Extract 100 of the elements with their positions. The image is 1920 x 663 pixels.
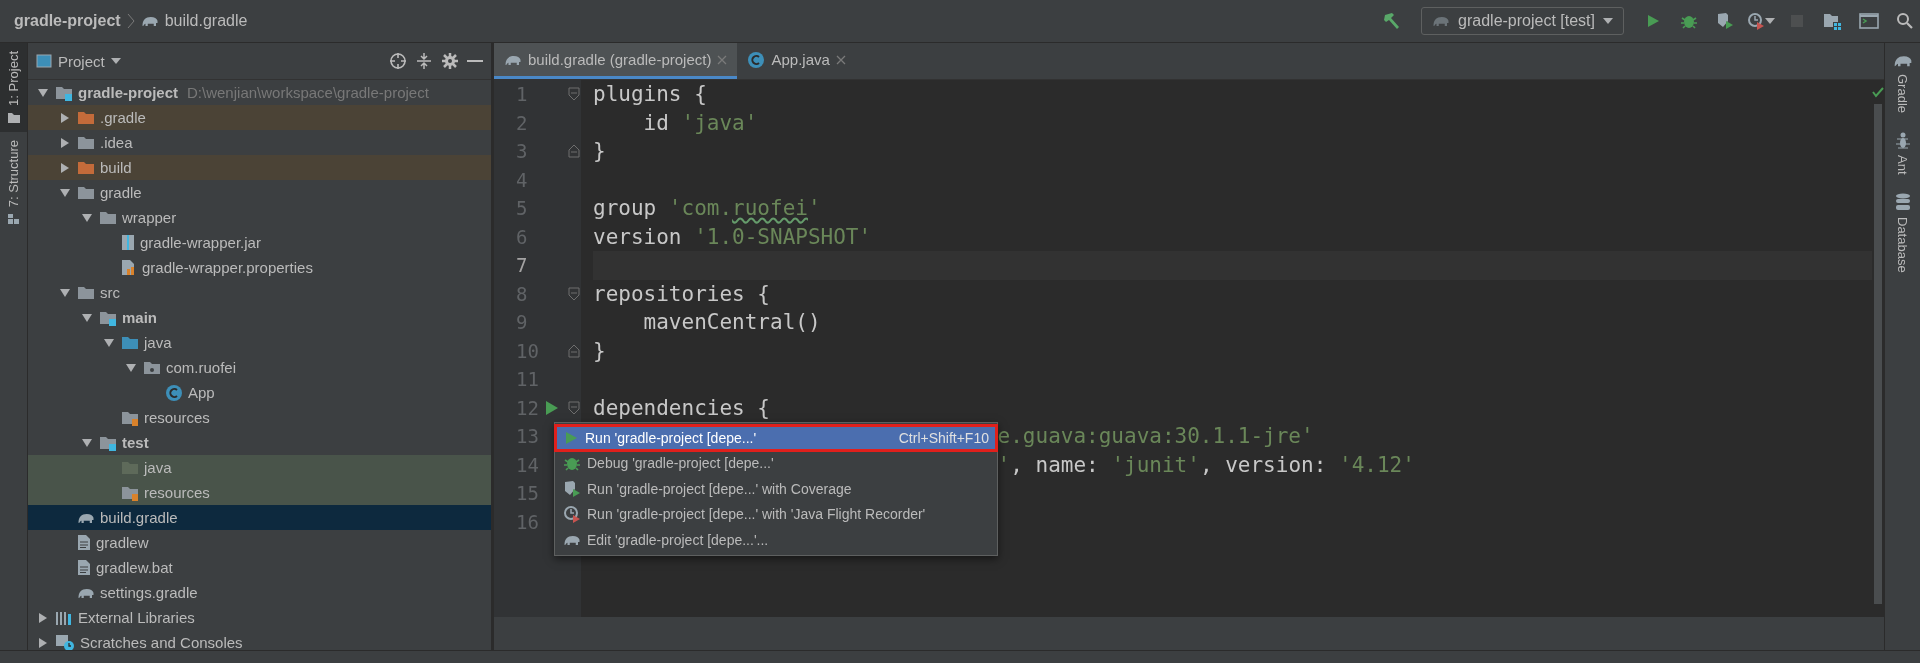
class-icon [165, 383, 183, 402]
tree-item[interactable]: main [28, 305, 491, 330]
code-line: dependencies { [593, 395, 770, 420]
editor-tab[interactable]: App.java [737, 43, 856, 79]
popup-menu-item[interactable]: Run 'gradle-project [depe...' with 'Java Flight Recorder' [555, 501, 997, 527]
fold-icon[interactable] [568, 400, 580, 415]
breadcrumb-item[interactable]: build.gradle [164, 12, 248, 30]
tree-item[interactable]: gradle-wrapper.jar [28, 230, 491, 255]
tree-item[interactable]: src [28, 280, 491, 305]
code-line: ', name: 'junit', version: '4.12' [997, 452, 1415, 477]
line-number: 7 [516, 254, 528, 277]
run-gutter-icon[interactable] [545, 399, 559, 416]
fold-icon[interactable] [568, 286, 580, 301]
elephant-icon [140, 14, 159, 28]
collapse-all-icon[interactable] [415, 52, 433, 70]
file-icon [77, 534, 91, 551]
settings-icon[interactable] [441, 52, 459, 70]
structure-icon [6, 213, 21, 226]
folder-icon [99, 434, 117, 451]
code-line: plugins { [593, 82, 707, 107]
collapsed-arrow-icon[interactable] [59, 161, 71, 174]
breadcrumb-item[interactable]: gradle-project [14, 12, 121, 30]
tree-item[interactable]: test [28, 430, 491, 455]
tree-item[interactable]: resources [28, 405, 491, 430]
file-icon [77, 559, 91, 576]
collapsed-arrow-icon[interactable] [59, 136, 71, 149]
expanded-arrow-icon[interactable] [37, 86, 49, 99]
tree-item[interactable]: Scratches and Consoles [28, 630, 491, 650]
shield-run-icon [1716, 12, 1734, 30]
collapsed-arrow-icon[interactable] [59, 111, 71, 124]
target-icon[interactable] [389, 52, 407, 70]
tree-item[interactable]: External Libraries [28, 605, 491, 630]
collapsed-arrow-icon[interactable] [37, 636, 49, 649]
project-view-dropdown[interactable]: Project [36, 52, 121, 70]
library-icon [55, 609, 73, 626]
tree-item[interactable]: .gradle [28, 105, 491, 130]
run-icon [1645, 13, 1661, 29]
folder-icon [55, 84, 73, 101]
tree-item-label: src [100, 284, 120, 301]
tree-item[interactable]: gradlew.bat [28, 555, 491, 580]
tree-item[interactable]: build.gradle [28, 505, 491, 530]
tree-item-label: gradle-project [78, 84, 179, 101]
fold-icon[interactable] [568, 144, 580, 159]
folder-icon [99, 209, 117, 226]
tree-item[interactable]: App [28, 380, 491, 405]
expanded-arrow-icon[interactable] [103, 336, 115, 349]
expanded-arrow-icon[interactable] [125, 361, 137, 374]
caret-icon [1603, 17, 1613, 25]
tab-label: App.java [771, 51, 830, 68]
tree-item[interactable]: gradlew [28, 530, 491, 555]
tree-item[interactable]: gradle-wrapper.properties [28, 255, 491, 280]
search-icon [1896, 12, 1914, 30]
tree-item[interactable]: wrapper [28, 205, 491, 230]
tool-window-tab[interactable]: Gradle [1892, 53, 1913, 114]
tree-item-label: wrapper [122, 209, 177, 226]
tree-item[interactable]: com.ruofei [28, 355, 491, 380]
run-config-dropdown[interactable]: gradle-project [test] [1421, 7, 1624, 35]
terminal-icon [1859, 12, 1879, 30]
tree-item[interactable]: java [28, 330, 491, 355]
code-line: group 'com.ruofei' [593, 196, 821, 221]
tool-window-tab[interactable]: Database [1894, 192, 1911, 273]
tool-window-tab[interactable]: Ant [1894, 131, 1911, 175]
expanded-arrow-icon[interactable] [59, 186, 71, 199]
check-icon [1872, 86, 1884, 98]
expanded-arrow-icon[interactable] [81, 311, 93, 324]
tree-item-label: gradlew.bat [96, 559, 173, 576]
tree-item[interactable]: settings.gradle [28, 580, 491, 605]
tool-window-tab[interactable]: 7: Structure [0, 131, 27, 234]
tree-item-label: gradle [100, 184, 142, 201]
scrollbar-thumb[interactable] [1874, 104, 1882, 604]
popup-menu-item[interactable]: Debug 'gradle-project [depe...' [555, 450, 997, 476]
collapsed-arrow-icon[interactable] [37, 611, 49, 624]
tree-item[interactable]: java [28, 455, 491, 480]
code-line: mavenCentral() [642, 310, 821, 335]
class-icon [747, 50, 766, 69]
folder-icon [77, 109, 95, 126]
fold-icon[interactable] [568, 87, 580, 102]
tool-window-tab[interactable]: 1: Project [0, 43, 27, 132]
tree-item-label: App [188, 384, 215, 401]
folder-icon [77, 134, 95, 151]
editor-tab[interactable]: build.gradle (gradle-project) [494, 43, 738, 79]
expanded-arrow-icon[interactable] [81, 436, 93, 449]
tree-item[interactable]: resources [28, 480, 491, 505]
expanded-arrow-icon[interactable] [59, 286, 71, 299]
expanded-arrow-icon[interactable] [81, 211, 93, 224]
popup-menu-item[interactable]: Edit 'gradle-project [depe...'... [555, 527, 997, 553]
tree-item[interactable]: build [28, 155, 491, 180]
tree-item-label: .gradle [100, 109, 146, 126]
tree-item[interactable]: .idea [28, 130, 491, 155]
popup-menu-item[interactable]: Run 'gradle-project [depe...' Ctrl+Shift+F10 [555, 425, 997, 451]
tree-item-label: java [144, 334, 172, 351]
minimize-icon[interactable] [467, 59, 483, 63]
popup-menu-item[interactable]: Run 'gradle-project [depe...' with Coverage [555, 476, 997, 502]
fold-icon[interactable] [568, 343, 580, 358]
tree-item[interactable]: gradle-project D:\wenjian\workspace\gradle-project [28, 80, 491, 105]
close-icon[interactable] [835, 54, 846, 65]
project-path: D:\wenjian\workspace\gradle-project [187, 84, 429, 101]
tree-item[interactable]: gradle [28, 180, 491, 205]
tree-item-label: Scratches and Consoles [80, 634, 243, 650]
code-line: id 'java' [642, 110, 758, 135]
